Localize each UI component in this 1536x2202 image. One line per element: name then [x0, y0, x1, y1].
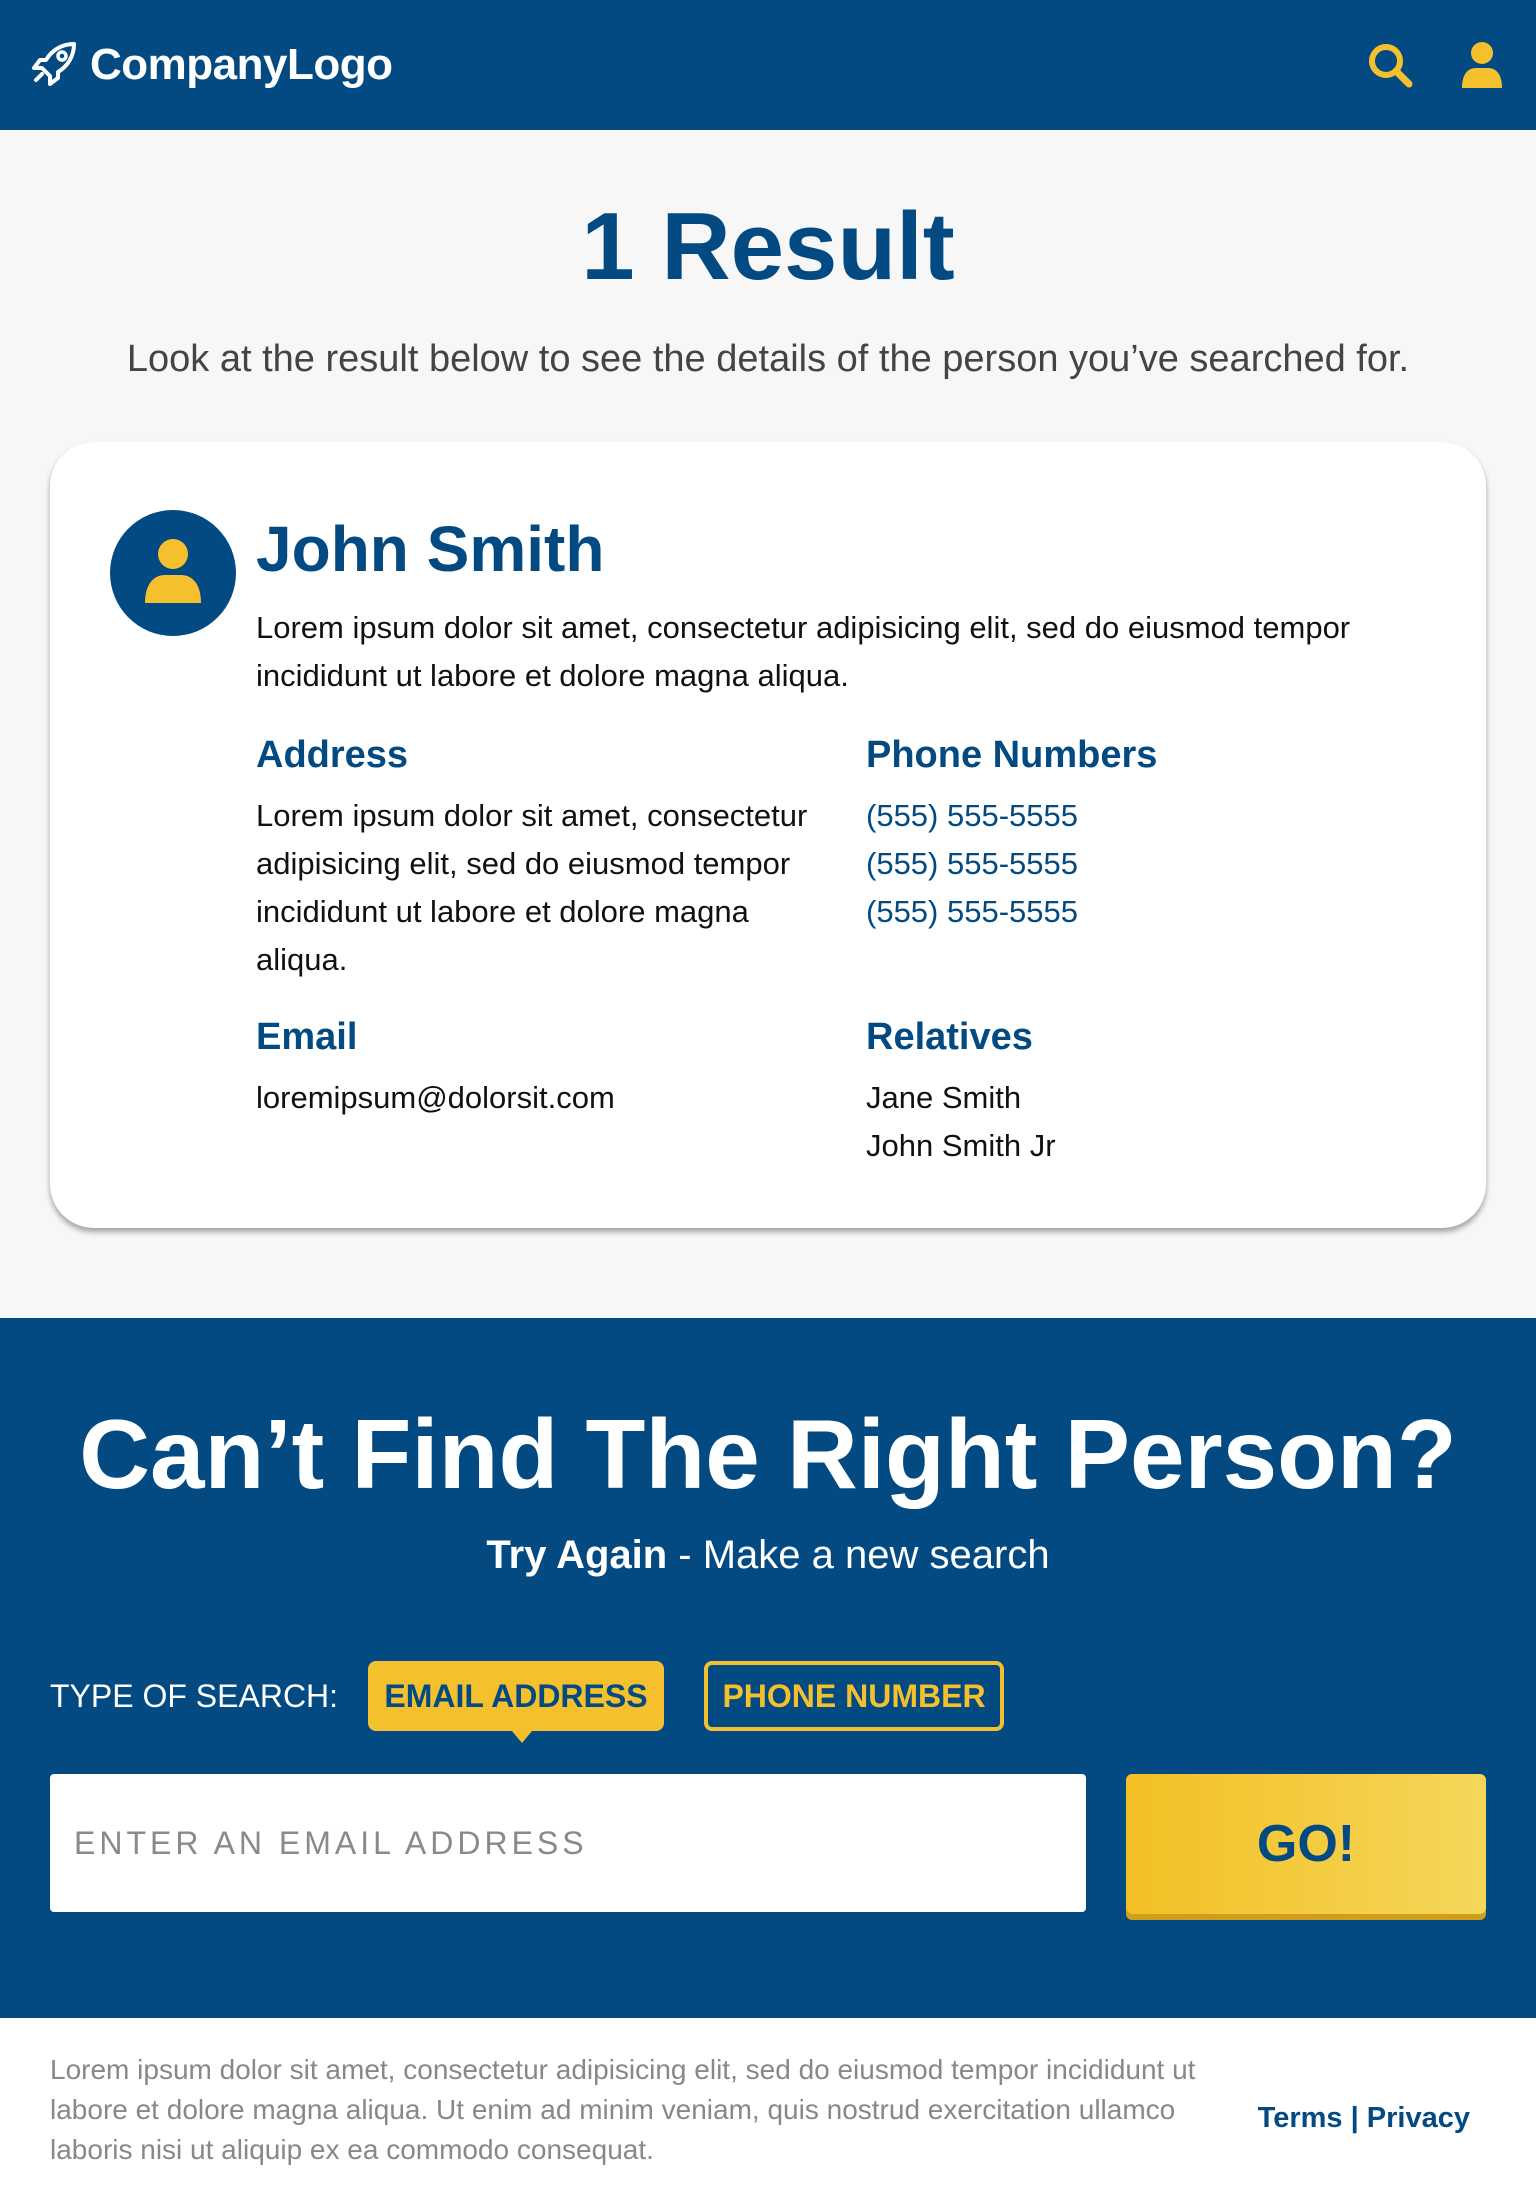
result-card: John Smith Lorem ipsum dolor sit amet, c… [50, 442, 1486, 1228]
email-text: loremipsum@dolorsit.com [256, 1080, 615, 1115]
address-text: Lorem ipsum dolor sit amet, consectetur … [256, 798, 808, 977]
rocket-icon [30, 38, 80, 93]
avatar [110, 510, 236, 636]
phone-number[interactable]: (555) 555-5555 [866, 888, 1078, 936]
site-footer: Lorem ipsum dolor sit amet, consectetur … [0, 2018, 1536, 2202]
new-search-label: - Make a new search [667, 1533, 1050, 1577]
relative-name: John Smith Jr [866, 1128, 1056, 1163]
phone-list: (555) 555-5555 (555) 555-5555 (555) 555-… [866, 792, 1078, 936]
results-section: 1 Result Look at the result below to see… [0, 130, 1536, 1318]
user-icon[interactable] [1458, 39, 1506, 91]
footer-text: Lorem ipsum dolor sit amet, consectetur … [50, 2054, 1196, 2165]
person-icon [143, 537, 203, 610]
person-name: John Smith [256, 513, 605, 585]
results-subtitle: Look at the result below to see the deta… [126, 338, 1410, 380]
address-title: Address [256, 734, 409, 776]
footer-links: Terms | Privacy [1258, 2102, 1470, 2135]
phone-number[interactable]: (555) 555-5555 [866, 840, 1078, 888]
go-button[interactable]: GO! [1126, 1774, 1486, 1914]
person-description: Lorem ipsum dolor sit amet, consectetur … [256, 610, 1351, 693]
site-header: CompanyLogo [0, 0, 1536, 130]
search-subtitle: Try Again - Make a new search [0, 1533, 1536, 1578]
email-title: Email [256, 1016, 358, 1058]
relatives-title: Relatives [866, 1016, 1033, 1058]
search-icon[interactable] [1366, 39, 1414, 91]
try-again-label: Try Again [486, 1533, 668, 1577]
search-title: Can’t Find The Right Person? [79, 1399, 1457, 1509]
email-address-tab[interactable]: EMAIL ADDRESS [368, 1661, 664, 1743]
company-logo[interactable]: CompanyLogo [30, 38, 393, 93]
results-title: 1 Result [581, 193, 955, 300]
logo-text: CompanyLogo [90, 40, 393, 89]
footer-separator: | [1350, 2102, 1359, 2134]
search-again-section: Can’t Find The Right Person? Try Again -… [0, 1318, 1536, 2018]
email-search-input[interactable] [50, 1774, 1086, 1912]
relative-name: Jane Smith [866, 1080, 1022, 1115]
terms-link[interactable]: Terms [1258, 2102, 1343, 2134]
relatives-list: Jane Smith John Smith Jr [866, 1074, 1056, 1170]
search-type-label: TYPE OF SEARCH: [50, 1678, 339, 1714]
phone-numbers-title: Phone Numbers [866, 734, 1158, 776]
phone-number-tab[interactable]: PHONE NUMBER [704, 1661, 1004, 1731]
phone-number[interactable]: (555) 555-5555 [866, 792, 1078, 840]
privacy-link[interactable]: Privacy [1367, 2102, 1470, 2134]
